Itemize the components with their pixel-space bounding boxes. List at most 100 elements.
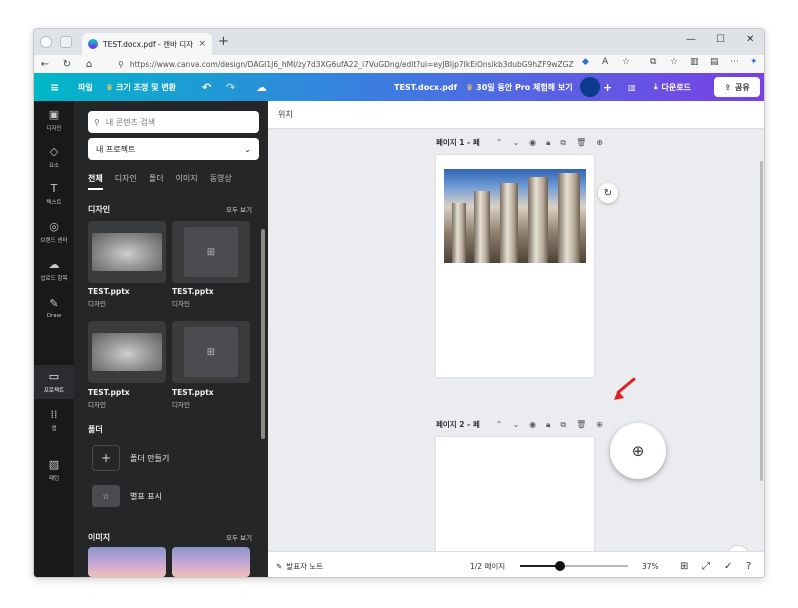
panel-scrollbar[interactable] — [261, 229, 265, 439]
page-1[interactable] — [436, 155, 594, 377]
tab-videos[interactable]: 동영상 — [210, 173, 232, 184]
notes-button[interactable]: ✎ 발표자 노트 — [276, 552, 323, 577]
rail-item-elements[interactable]: ◇ 요소 — [34, 140, 74, 174]
redo-icon[interactable]: ↷ — [226, 73, 235, 101]
grid-view-icon[interactable]: ⊞ — [680, 552, 688, 577]
design-thumbnail[interactable] — [88, 321, 166, 383]
brand-icon: ◎ — [49, 219, 59, 233]
rail-item-uploads[interactable]: ☁ 업로드 항목 — [34, 253, 74, 287]
add-collaborator-icon[interactable]: + — [603, 73, 612, 101]
menu-icon[interactable]: ≡ — [50, 73, 59, 101]
visibility-icon[interactable]: ◉ — [529, 420, 536, 429]
rail-item-design[interactable]: ▣ 디자인 — [34, 103, 74, 137]
editor-footer: ✎ 발표자 노트 1/2 페이지 37% ⊞ ⤢ ✓ ? — [268, 551, 764, 577]
regenerate-icon[interactable]: ↻ — [598, 183, 618, 203]
undo-icon[interactable]: ↶ — [202, 73, 211, 101]
tab-folders[interactable]: 폴더 — [149, 173, 164, 184]
editor-scrollbar[interactable] — [760, 161, 763, 481]
rail-item-patterns[interactable]: ▨ 패턴 — [34, 453, 74, 487]
home-icon[interactable]: ⌂ — [78, 59, 100, 70]
rail-item-text[interactable]: T 텍스트 — [34, 177, 74, 211]
page-1-title[interactable]: 페이지 1 - 페 — [436, 137, 480, 148]
rail-label: 패턴 — [48, 475, 60, 482]
browser-window: TEST.docx.pdf - 캔바 디자인 × + — ☐ ✕ ← ↻ ⌂ ⚲… — [33, 28, 765, 578]
tab-designs[interactable]: 디자인 — [115, 173, 137, 184]
lock-icon[interactable]: 🔒︎ — [546, 420, 550, 430]
page-indicator[interactable]: 1/2 페이지 — [470, 552, 505, 577]
canva-favicon-icon — [88, 39, 98, 49]
document-title[interactable]: TEST.docx.pdf — [394, 73, 457, 101]
read-aloud-icon[interactable]: A — [602, 57, 608, 67]
favorites-icon[interactable]: ☆ — [670, 57, 678, 67]
url-field[interactable]: ⚲ https://www.canva.com/design/DAGI1J6_h… — [118, 56, 574, 72]
designs-see-all-link[interactable]: 모두 보기 — [226, 204, 252, 215]
chevron-up-icon[interactable]: ⌃ — [496, 420, 503, 429]
chevron-down-icon[interactable]: ⌄ — [512, 138, 519, 147]
rail-item-draw[interactable]: ✎ Draw — [34, 291, 74, 325]
download-button[interactable]: ⤓ 다운로드 — [654, 73, 691, 101]
design-thumbnail[interactable]: ⊞ — [172, 321, 250, 383]
extensions-puzzle-icon[interactable]: ⧉ — [650, 57, 656, 67]
duplicate-icon[interactable]: ⧉ — [560, 420, 566, 430]
split-screen-icon[interactable]: ▥ — [690, 57, 699, 67]
rail-item-brand[interactable]: ◎ 브랜드 센터 — [34, 215, 74, 249]
close-window-button[interactable]: ✕ — [746, 34, 754, 45]
download-label: 다운로드 — [661, 82, 691, 92]
position-button[interactable]: 위치 — [278, 109, 293, 120]
image-thumbnail[interactable] — [172, 547, 250, 577]
site-info-icon[interactable]: ⚲ — [118, 60, 124, 69]
add-page-icon[interactable]: ⊕ — [596, 138, 603, 147]
tab-all[interactable]: 전체 — [88, 173, 103, 190]
design-thumbnail[interactable]: ⊞ — [172, 221, 250, 283]
design-thumbnail[interactable] — [88, 221, 166, 283]
duplicate-icon[interactable]: ⧉ — [560, 138, 566, 148]
collections-icon[interactable]: ▤ — [710, 57, 719, 67]
lock-icon[interactable]: 🔒︎ — [546, 138, 550, 148]
zoom-slider-handle[interactable] — [554, 561, 565, 571]
rail-item-apps[interactable]: ⁞⁞ 앱 — [34, 403, 74, 437]
help-icon[interactable]: ? — [746, 552, 751, 577]
trash-icon[interactable]: 🗑︎ — [576, 138, 586, 147]
trash-icon[interactable]: 🗑︎ — [576, 420, 586, 429]
more-menu-icon[interactable]: ⋯ — [730, 57, 739, 67]
rail-item-projects[interactable]: ▭ 프로젝트 — [34, 365, 74, 399]
crown-icon: ♛ — [466, 82, 474, 92]
copilot-icon[interactable]: ✦ — [750, 57, 758, 67]
designs-section-header: 디자인 모두 보기 — [88, 204, 252, 215]
resize-button[interactable]: ♛ 크기 조정 및 변환 — [106, 73, 176, 101]
back-icon[interactable]: ← — [34, 59, 56, 70]
project-scope-select[interactable]: 내 프로젝트 ⌄ — [88, 138, 259, 160]
create-folder-button[interactable]: + 폴더 만들기 — [92, 445, 169, 471]
share-button[interactable]: ⇪ 공유 — [714, 77, 760, 97]
analytics-icon[interactable]: ▥ — [628, 73, 636, 101]
columns-photo[interactable] — [444, 169, 586, 263]
chevron-up-icon[interactable]: ⌃ — [496, 138, 503, 147]
workspaces-icon[interactable] — [60, 36, 72, 48]
add-page-icon[interactable]: ⊕ — [596, 420, 603, 429]
maximize-button[interactable]: ☐ — [716, 34, 725, 45]
tab-images[interactable]: 이미지 — [176, 173, 198, 184]
minimize-button[interactable]: — — [686, 34, 696, 45]
pro-trial-button[interactable]: ♛ 30일 동안 Pro 체험해 보기 — [466, 73, 573, 101]
image-thumbnail[interactable] — [88, 547, 166, 577]
favorite-star-icon[interactable]: ☆ — [622, 57, 630, 67]
visibility-icon[interactable]: ◉ — [529, 138, 536, 147]
add-page-magnified-icon[interactable]: ⊕ — [610, 423, 666, 479]
extension-icon[interactable]: ◆ — [582, 57, 589, 67]
zoom-slider[interactable] — [520, 561, 628, 571]
profile-icon[interactable] — [40, 36, 52, 48]
search-input[interactable]: ⚲ 내 콘텐츠 검색 — [88, 111, 259, 133]
fullscreen-icon[interactable]: ⤢ — [702, 552, 710, 577]
page-2-title[interactable]: 페이지 2 - 페 — [436, 419, 480, 430]
file-menu[interactable]: 파일 — [78, 73, 93, 101]
chevron-down-icon[interactable]: ⌄ — [512, 420, 519, 429]
avatar[interactable] — [580, 77, 600, 97]
new-tab-button[interactable]: + — [218, 34, 229, 49]
tab-close-icon[interactable]: × — [198, 39, 206, 49]
zoom-level[interactable]: 37% — [642, 552, 659, 577]
starred-folder[interactable]: ☆ 별표 표시 — [92, 485, 162, 507]
check-icon[interactable]: ✓ — [724, 552, 732, 577]
images-see-all-link[interactable]: 모두 보기 — [226, 532, 252, 543]
reload-icon[interactable]: ↻ — [56, 59, 78, 70]
browser-tab[interactable]: TEST.docx.pdf - 캔바 디자인 × — [82, 33, 212, 55]
